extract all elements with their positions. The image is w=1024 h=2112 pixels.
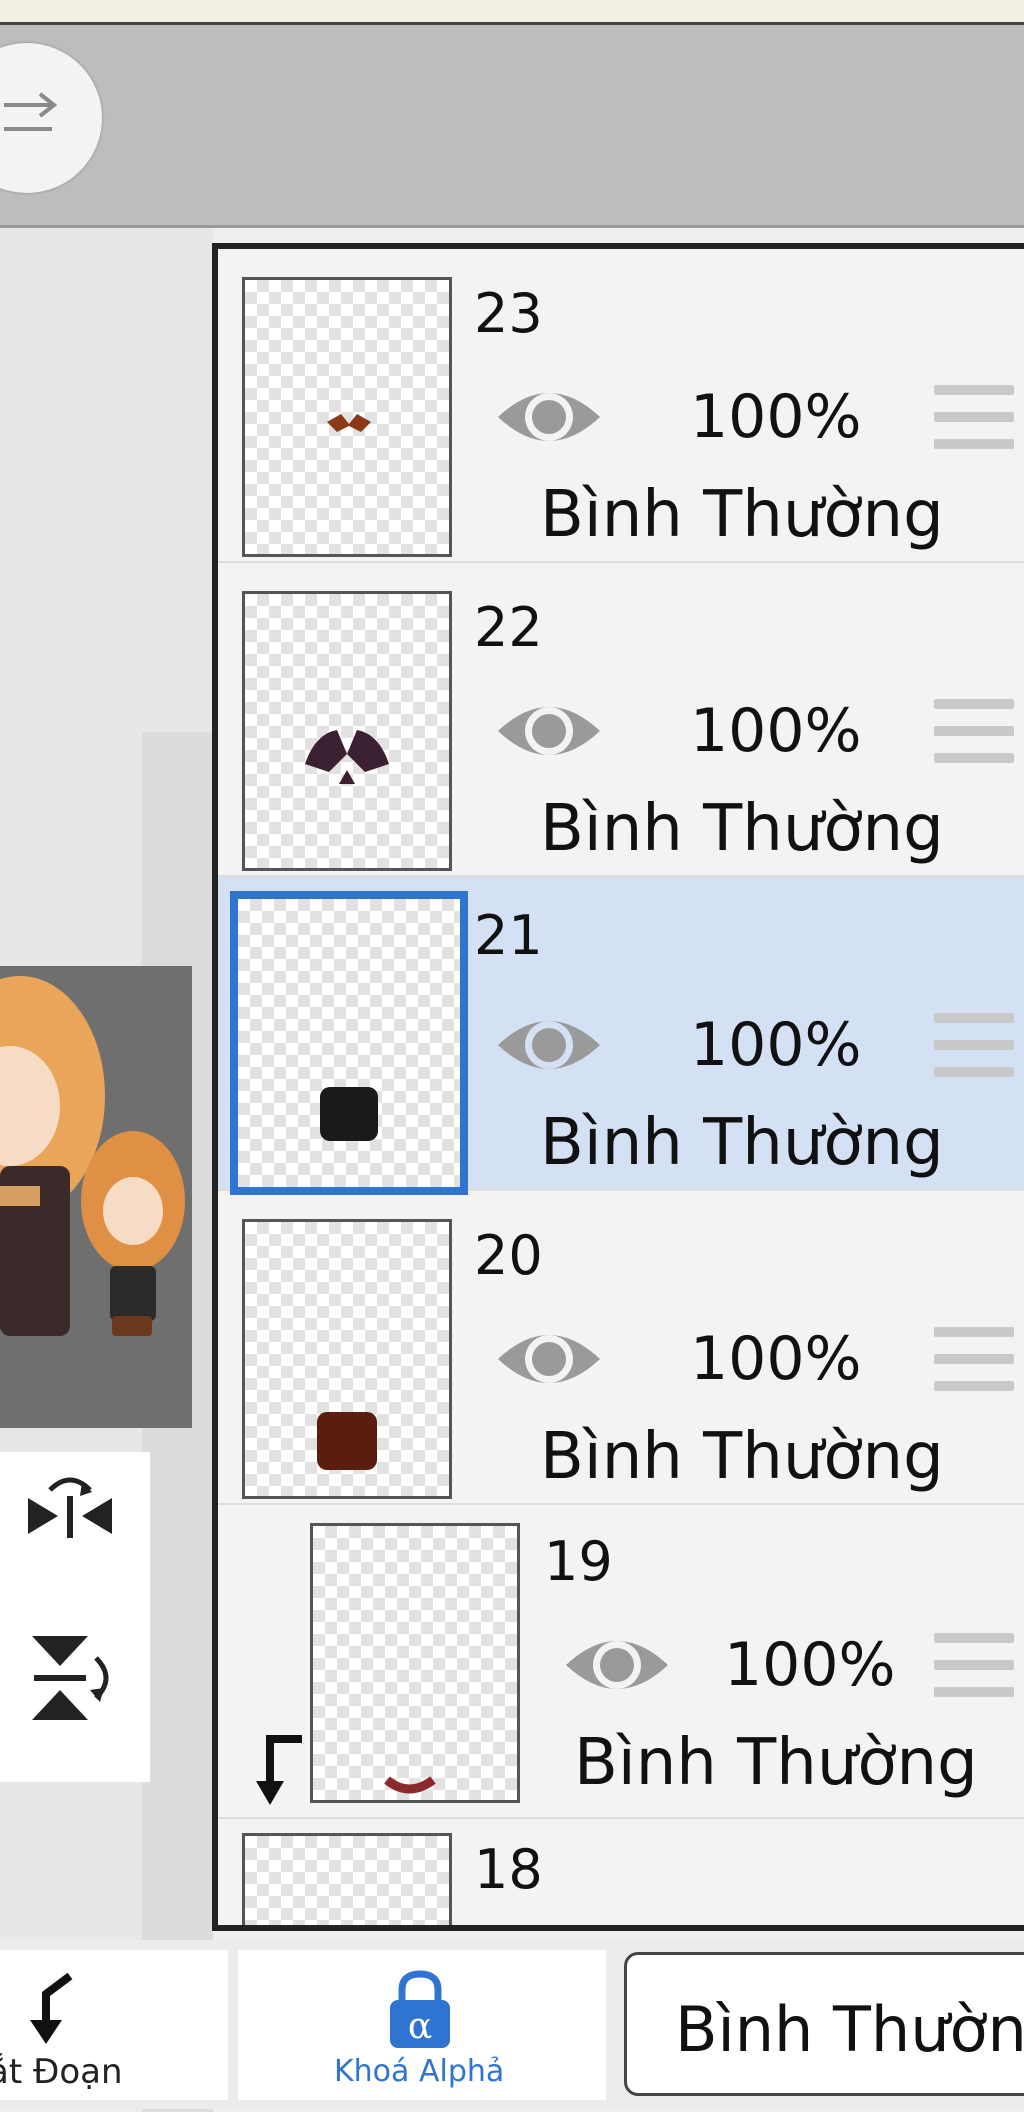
bottom-toolbar: ắt Đoạn α Khoá Alphả Bình Thườn [0,1940,1024,2109]
drag-handle-icon[interactable] [934,1633,1014,1697]
layer-blend-mode[interactable]: Bình Thường [540,1111,944,1175]
drag-handle-icon[interactable] [934,385,1014,449]
drag-handle-icon[interactable] [934,1013,1014,1077]
layer-thumbnail [242,591,452,871]
blend-mode-select[interactable]: Bình Thườn [624,1952,1024,2096]
layer-blend-mode[interactable]: Bình Thường [540,797,944,861]
top-toolbar [0,25,1024,228]
visibility-eye-icon[interactable] [562,1625,672,1705]
layer-number: 20 [474,1224,543,1287]
clipping-arrow-icon [30,1972,73,2044]
visibility-eye-icon[interactable] [494,1005,604,1085]
flip-vertical-icon[interactable] [20,1628,120,1728]
clipping-button[interactable]: ắt Đoạn [0,1950,228,2100]
layer-blend-mode[interactable]: Bình Thường [540,483,944,547]
layer-thumbnail [242,1833,452,1925]
layer-opacity: 100% [690,696,862,766]
layer-number: 23 [474,282,543,345]
layer-thumbnail [230,891,468,1195]
layer-number: 19 [544,1530,613,1593]
canvas-area[interactable] [0,228,213,2112]
flip-horizontal-icon[interactable] [20,1468,120,1568]
layer-number: 22 [474,596,543,659]
layer-opacity: 100% [690,1010,862,1080]
layer-number: 18 [474,1838,543,1901]
drag-handle-icon[interactable] [934,1327,1014,1391]
drag-handle-icon[interactable] [934,699,1014,763]
redo-button[interactable] [0,43,102,193]
alpha-lock-label: Khoá Alphả [334,2054,505,2089]
layer-list[interactable]: 23 100% Bình Thường 22 100% Bình Thường [212,243,1024,1931]
layer-item[interactable]: 22 100% Bình Thường [218,563,1024,877]
transform-tools [0,1452,150,1782]
layer-item[interactable]: 20 100% Bình Thường [218,1191,1024,1505]
layer-item[interactable]: 18 [218,1819,1024,1925]
layer-item-selected[interactable]: 21 100% Bình Thường [218,877,1024,1195]
layer-opacity: 100% [690,382,862,452]
visibility-eye-icon[interactable] [494,1319,604,1399]
layer-blend-mode[interactable]: Bình Thường [540,1425,944,1489]
layer-thumbnail [310,1523,520,1803]
clipping-label: ắt Đoạn [0,2052,123,2092]
status-strip [0,0,1024,25]
alpha-lock-icon: α [390,1970,450,2048]
layer-blend-mode[interactable]: Bình Thường [574,1731,978,1795]
layer-item-clipped[interactable]: 19 100% Bình Thường [218,1505,1024,1819]
visibility-eye-icon[interactable] [494,691,604,771]
layer-opacity: 100% [724,1630,896,1700]
blend-mode-value: Bình Thườn [675,1993,1024,2066]
layer-thumbnail [242,1219,452,1499]
layer-item[interactable]: 23 100% Bình Thường [218,249,1024,563]
redo-arrow-icon [4,92,58,131]
visibility-eye-icon[interactable] [494,377,604,457]
alpha-lock-button[interactable]: α Khoá Alphả [238,1950,606,2100]
canvas-preview-image [0,966,192,1428]
clipping-arrow-icon [256,1735,302,1805]
layer-thumbnail [242,277,452,557]
layer-number: 21 [474,904,543,967]
svg-text:α: α [408,2006,432,2047]
layer-opacity: 100% [690,1324,862,1394]
